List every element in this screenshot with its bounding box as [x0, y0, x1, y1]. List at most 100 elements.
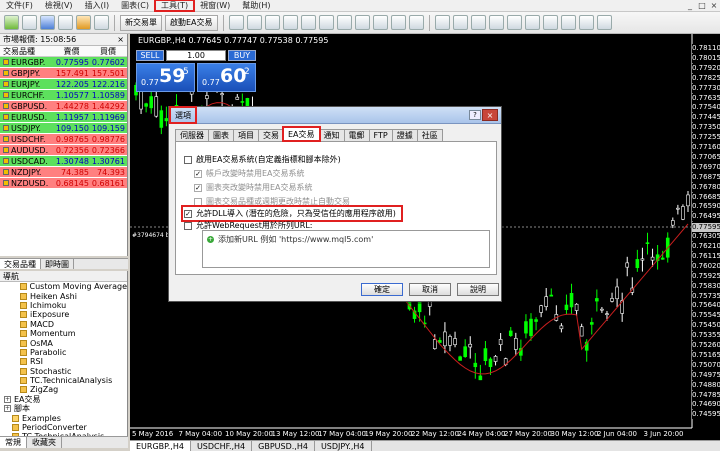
market-watch-row[interactable]: EURGBP. 0.77595 0.77602 [0, 57, 127, 68]
menu-window[interactable]: 視窗(W) [194, 0, 236, 11]
zoom-in-icon[interactable] [282, 15, 298, 30]
menu-help[interactable]: 幫助(H) [236, 0, 276, 11]
minimize-button[interactable]: _ [684, 1, 696, 10]
market-watch-row[interactable]: USDCHF. 0.98765 0.98776 [0, 134, 127, 145]
menu-insert[interactable]: 插入(I) [79, 0, 116, 11]
channel-icon[interactable] [524, 15, 540, 30]
navigator-item[interactable]: RSI [0, 357, 127, 366]
tab-common[interactable]: 常規 [0, 437, 27, 448]
trendline-icon[interactable] [506, 15, 522, 30]
help-button[interactable]: 說明 [457, 283, 499, 296]
tab-expert-advisors[interactable]: EA交易 [282, 126, 321, 142]
column-ask[interactable]: 買價 [91, 46, 127, 56]
periods-icon[interactable] [390, 15, 406, 30]
lot-size-input[interactable]: 1.00 [166, 50, 226, 61]
help-icon[interactable]: ? [469, 110, 481, 120]
navigator-item[interactable]: Custom Moving Average [0, 282, 127, 291]
market-watch-icon[interactable] [40, 15, 55, 30]
buy-price-button[interactable]: 0.77 60 2 [197, 63, 256, 92]
url-list[interactable]: + 添加新URL 例如 'https://www.mql5.com' [202, 230, 490, 268]
fibonacci-icon[interactable] [542, 15, 558, 30]
sell-button[interactable]: SELL [136, 50, 164, 61]
cursor-icon[interactable] [434, 15, 450, 30]
arrows-icon[interactable] [596, 15, 612, 30]
horizontal-line-icon[interactable] [488, 15, 504, 30]
market-watch-row[interactable]: USDJPY. 109.150 109.159 [0, 123, 127, 134]
text-icon[interactable] [560, 15, 576, 30]
close-button[interactable]: × [708, 1, 720, 10]
navigator-item[interactable]: Ichimoku [0, 301, 127, 310]
navigator-item[interactable]: OsMA [0, 338, 127, 348]
navigator-item[interactable]: PeriodConverter [0, 423, 127, 432]
autoscroll-icon[interactable] [336, 15, 352, 30]
market-watch-row[interactable]: GBPJPY. 157.491 157.501 [0, 68, 127, 79]
templates-icon[interactable] [408, 15, 424, 30]
close-icon[interactable]: × [482, 109, 498, 121]
ea-trading-button[interactable]: 啟動EA交易 [165, 14, 218, 31]
option-allow-dll-imports[interactable]: ✓ 允許DLL導入 (潛在的危險，只為受信任的應用程序啟用) [181, 205, 403, 222]
checkbox-allow-dll-imports[interactable]: ✓ [184, 209, 192, 218]
tab-favorites[interactable]: 收藏夾 [27, 437, 62, 448]
market-watch-row[interactable]: EURJPY. 122.205 122.216 [0, 79, 127, 90]
navigator-item[interactable]: Heiken Ashi [0, 291, 127, 301]
sell-price-button[interactable]: 0.77 59 5 [136, 63, 195, 92]
navigator-item[interactable]: MACD [0, 320, 127, 329]
navigator-icon[interactable] [76, 15, 91, 30]
expand-icon[interactable]: + [4, 405, 11, 413]
navigator-item[interactable]: iExposure [0, 310, 127, 319]
market-watch-row[interactable]: NZDUSD. 0.68145 0.68161 [0, 178, 127, 189]
dialog-title-bar[interactable]: 選項 ? × [169, 106, 501, 124]
tab-notifications[interactable]: 通知 [318, 129, 345, 141]
add-url-item[interactable]: + 添加新URL 例如 'https://www.mql5.com' [207, 234, 373, 245]
candlestick-icon[interactable] [246, 15, 262, 30]
profiles-icon[interactable] [22, 15, 37, 30]
tab-events[interactable]: 證據 [391, 129, 418, 141]
tab-charts[interactable]: 圖表 [208, 129, 234, 141]
tab-chart-usdjpy[interactable]: USDJPY.,H4 [315, 441, 372, 451]
tab-email[interactable]: 電郵 [343, 129, 370, 141]
navigator-item[interactable]: Momentum [0, 329, 127, 338]
vertical-line-icon[interactable] [470, 15, 486, 30]
market-watch-row[interactable]: EURCHF. 1.10577 1.10589 [0, 90, 127, 101]
tab-chart-usdchf[interactable]: USDCHF.,H4 [191, 441, 253, 451]
column-symbol[interactable]: 交易品種 [0, 46, 54, 56]
navigator-item[interactable]: Parabolic [0, 348, 127, 357]
checkbox-enable-ea[interactable] [184, 155, 192, 164]
navigator-item[interactable]: Examples [0, 413, 127, 423]
market-watch-row[interactable]: AUDUSD. 0.72356 0.72366 [0, 145, 127, 156]
label-icon[interactable] [578, 15, 594, 30]
menu-file[interactable]: 文件(F) [0, 0, 39, 11]
market-watch-row[interactable]: USDCAD. 1.30748 1.30761 [0, 156, 127, 167]
market-watch-row[interactable]: NZDJPY. 74.385 74.393 [0, 167, 127, 178]
tab-symbols[interactable]: 交易品種 [0, 259, 41, 269]
column-bid[interactable]: 賣價 [54, 46, 91, 56]
navigator-item[interactable]: + 腳本 [0, 404, 127, 413]
chart-shift-icon[interactable] [354, 15, 370, 30]
expand-icon[interactable]: + [4, 395, 11, 403]
data-window-icon[interactable] [58, 15, 73, 30]
new-chart-icon[interactable] [4, 15, 19, 30]
bar-chart-icon[interactable] [228, 15, 244, 30]
tab-ftp[interactable]: FTP [368, 129, 393, 141]
option-enable-ea[interactable]: 啟用EA交易系統(自定義指標和腳本除外) [184, 154, 341, 165]
ok-button[interactable]: 確定 [361, 283, 403, 296]
market-watch-row[interactable]: GBPUSD. 1.44278 1.44292 [0, 101, 127, 112]
cancel-button[interactable]: 取消 [409, 283, 451, 296]
navigator-item[interactable]: TC.TechnicalAnalysis [0, 376, 127, 385]
crosshair-icon[interactable] [452, 15, 468, 30]
tab-chart-eurgbp[interactable]: EURGBP.,H4 [130, 441, 191, 451]
close-icon[interactable]: × [117, 35, 124, 44]
market-watch-row[interactable]: EURUSD. 1.11957 1.11969 [0, 112, 127, 123]
buy-button[interactable]: BUY [228, 50, 256, 61]
new-order-button[interactable]: 新交易單 [120, 14, 162, 31]
tab-tick-chart[interactable]: 即時圖 [41, 259, 74, 269]
zoom-out-icon[interactable] [300, 15, 316, 30]
tab-objects[interactable]: 項目 [233, 129, 259, 141]
menu-tools[interactable]: 工具(T) [153, 0, 196, 12]
tab-chart-gbpusd[interactable]: GBPUSD.,H4 [252, 441, 315, 451]
indicators-icon[interactable] [372, 15, 388, 30]
line-chart-icon[interactable] [264, 15, 280, 30]
tab-trade[interactable]: 交易 [258, 129, 284, 141]
menu-charts[interactable]: 圖表(C) [115, 0, 155, 11]
tab-server[interactable]: 伺服器 [175, 129, 209, 141]
